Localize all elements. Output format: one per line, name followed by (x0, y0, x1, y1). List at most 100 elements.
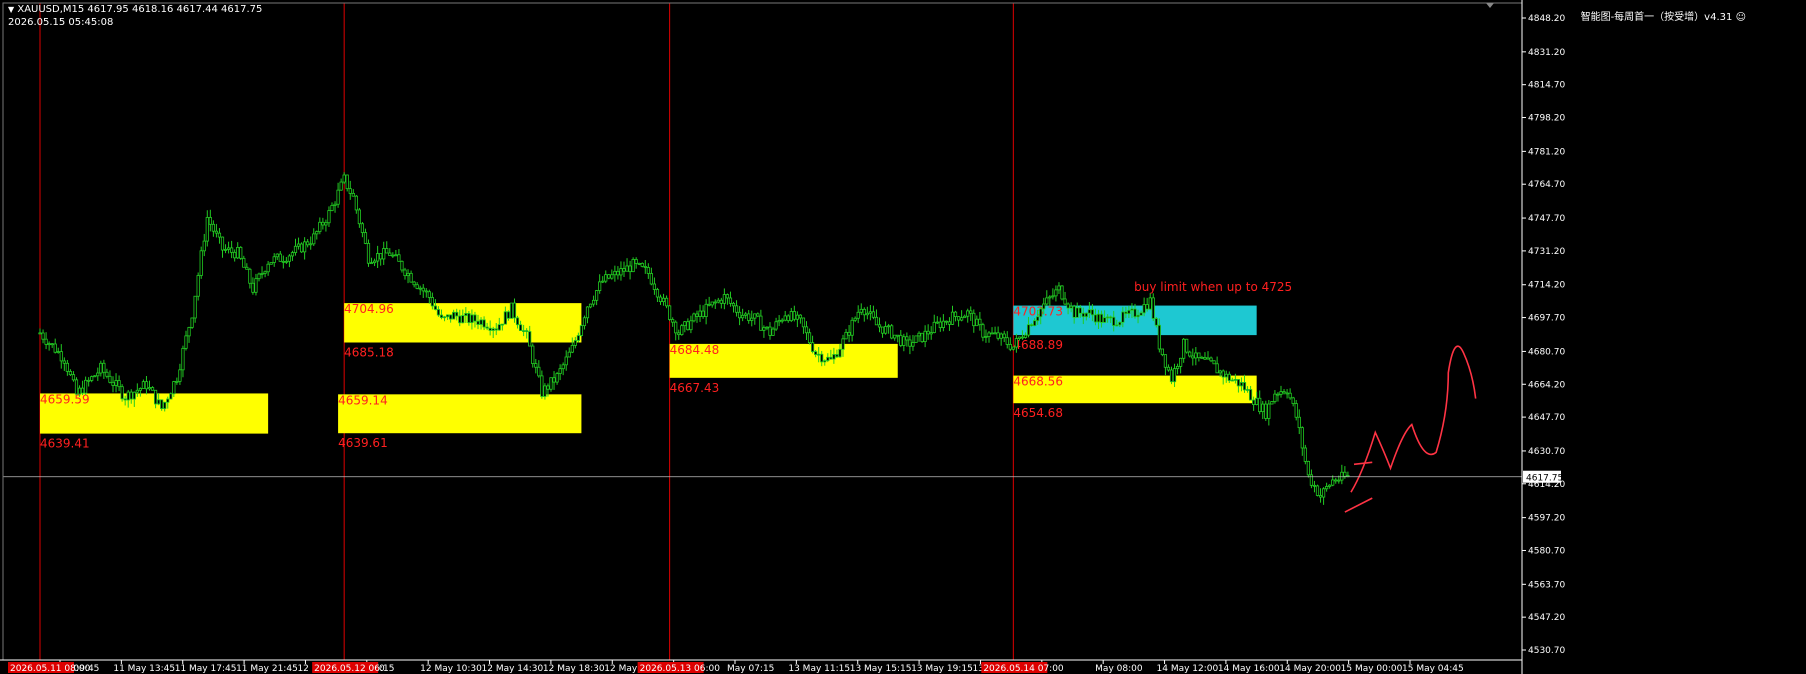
candle-body (926, 330, 930, 335)
chart-shift-icon[interactable] (1486, 3, 1494, 8)
price-chart[interactable]: 4659.594639.414659.144639.614704.964685.… (0, 0, 1806, 674)
candle-body (1291, 397, 1295, 404)
candle-body (1285, 392, 1289, 395)
candle-body (607, 274, 611, 279)
candle-body (868, 311, 872, 314)
candle-body (1267, 403, 1271, 419)
candle-body (902, 336, 906, 346)
candle-body (53, 343, 57, 353)
zone-high-label: 4684.48 (670, 343, 720, 357)
candle-body (220, 236, 225, 251)
candle-body (442, 316, 447, 319)
candle-body (1002, 333, 1006, 339)
candle-body (342, 174, 346, 183)
x-tick-label: May 07:15 (727, 664, 774, 674)
candle-body (515, 317, 520, 326)
candle-body (1051, 295, 1055, 298)
candle-body (1066, 303, 1070, 309)
candle-body (588, 303, 593, 308)
collapse-triangle-icon[interactable]: ▼ (8, 5, 14, 14)
candle-body (415, 284, 419, 289)
candle-body (1087, 309, 1091, 314)
candle-body (677, 332, 681, 336)
candle-body (1334, 479, 1338, 482)
zone-high-label: 4668.56 (1013, 375, 1063, 389)
candle-body (1115, 324, 1119, 327)
candle-body (275, 253, 279, 258)
candle-body (394, 254, 398, 257)
candle-body (65, 362, 69, 372)
candle-body (193, 295, 197, 319)
candle-body (96, 372, 100, 377)
candle-body (1321, 488, 1326, 498)
candle-body (181, 347, 185, 371)
candle-body (1106, 316, 1110, 319)
candle-body (680, 325, 684, 336)
candle-body (747, 313, 751, 321)
zone-low-label: 4685.18 (344, 345, 394, 359)
candle-body (637, 263, 641, 265)
candle-body (920, 332, 924, 343)
candle-body (74, 379, 79, 395)
candle-body (686, 321, 690, 331)
candle-body (1069, 305, 1073, 309)
candle-body (473, 314, 477, 322)
candle-body (725, 294, 730, 299)
zone-low-label: 4639.61 (338, 436, 388, 450)
candle-body (479, 319, 483, 325)
candle-body (798, 314, 803, 319)
candle-body (357, 209, 361, 225)
y-tick-label: 4781.20 (1528, 147, 1565, 157)
candle-body (1130, 308, 1134, 311)
x-tick-label: 15 May 04:45 (1402, 664, 1464, 674)
candle-body (427, 291, 431, 298)
zone-high-label: 4659.14 (338, 393, 388, 407)
candle-body (248, 268, 252, 284)
x-tick-label: 14 May 16:00 (1218, 664, 1280, 674)
candle-body (187, 327, 191, 337)
candle-body (1099, 313, 1104, 323)
candle-body (789, 311, 793, 322)
candle-body (1172, 368, 1177, 383)
candle-body (470, 314, 474, 324)
candle-body (1063, 298, 1067, 305)
candle-body (1230, 379, 1234, 382)
candle-body (658, 296, 663, 303)
plot-frame (2, 2, 1523, 661)
candle-body (226, 247, 231, 250)
zone-low-label: 4688.89 (1013, 338, 1063, 352)
candle-body (485, 326, 489, 329)
candle-body (546, 385, 550, 390)
candle-body (963, 315, 967, 319)
candle-body (698, 310, 702, 317)
candle-body (1197, 352, 1201, 359)
candle-body (975, 318, 979, 327)
candle-body (129, 391, 133, 400)
candle-body (917, 332, 921, 337)
candle-body (1142, 304, 1146, 314)
candle-body (68, 371, 73, 376)
candle-body (1026, 324, 1031, 336)
candle-body (610, 274, 614, 279)
indicator-label: 智能图-每周首一（按受增）v4.31 ☺ (1581, 8, 1746, 23)
candle-body (1078, 307, 1082, 314)
candle-body (114, 380, 118, 386)
candle-body (883, 326, 888, 334)
candle-body (1331, 479, 1335, 486)
candle-body (634, 259, 638, 264)
candle-body (1133, 308, 1137, 318)
candle-body (807, 332, 812, 344)
candle-body (692, 313, 696, 322)
candle-body (722, 294, 726, 304)
y-tick-label: 4680.70 (1528, 347, 1565, 357)
candle-body (649, 273, 653, 285)
candle-body (1252, 399, 1256, 406)
zones-layer: 4659.594639.414659.144639.614704.964685.… (40, 302, 1257, 451)
forecast-zigzag (1350, 345, 1477, 493)
candle-body (1315, 485, 1320, 496)
candle-body (166, 398, 170, 403)
candle-body (1011, 346, 1015, 350)
y-tick-label: 4814.70 (1528, 81, 1565, 91)
candle-body (1325, 486, 1329, 490)
candle-body (445, 314, 450, 318)
